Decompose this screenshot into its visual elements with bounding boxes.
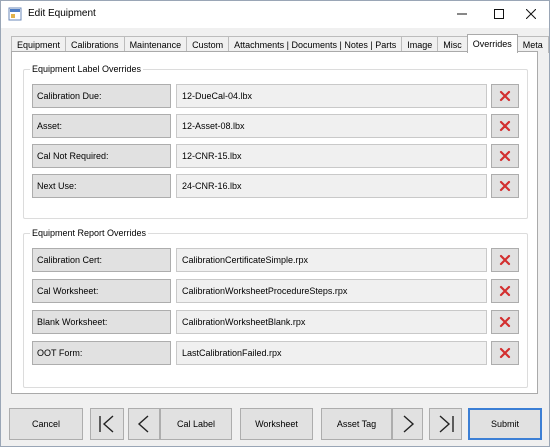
oot-form-field[interactable]: LastCalibrationFailed.rpx <box>176 341 487 365</box>
cancel-button[interactable]: Cancel <box>9 408 83 440</box>
report-overrides-group: Equipment Report Overrides Calibration C… <box>23 228 528 388</box>
window-title: Edit Equipment <box>28 8 96 19</box>
report-overrides-title: Equipment Report Overrides <box>30 228 149 238</box>
delete-button[interactable] <box>491 144 519 168</box>
tab-strip: Equipment Calibrations Maintenance Custo… <box>11 34 549 53</box>
delete-x-icon <box>499 180 511 192</box>
report-override-row: Calibration Cert: CalibrationCertificate… <box>32 248 522 272</box>
delete-button[interactable] <box>491 310 519 334</box>
blank-worksheet-button[interactable]: Blank Worksheet: <box>32 310 171 334</box>
calibration-due-field[interactable]: 12-DueCal-04.lbx <box>176 84 487 108</box>
edit-equipment-window: Edit Equipment Equipment Calibrations Ma… <box>0 0 550 447</box>
next-use-field[interactable]: 24-CNR-16.lbx <box>176 174 487 198</box>
last-record-button[interactable] <box>429 408 462 440</box>
next-record-icon <box>403 415 414 433</box>
label-overrides-group: Equipment Label Overrides Calibration Du… <box>23 64 528 219</box>
calibration-cert-field[interactable]: CalibrationCertificateSimple.rpx <box>176 248 487 272</box>
overrides-panel: Equipment Label Overrides Calibration Du… <box>11 51 538 394</box>
calibration-due-button[interactable]: Calibration Due: <box>32 84 171 108</box>
delete-button[interactable] <box>491 174 519 198</box>
delete-x-icon <box>499 150 511 162</box>
report-override-row: Cal Worksheet: CalibrationWorksheetProce… <box>32 279 522 303</box>
asset-button[interactable]: Asset: <box>32 114 171 138</box>
cal-worksheet-button[interactable]: Cal Worksheet: <box>32 279 171 303</box>
cal-label-button[interactable]: Cal Label <box>160 408 232 440</box>
asset-tag-button[interactable]: Asset Tag <box>321 408 392 440</box>
maximize-icon <box>494 9 504 19</box>
delete-button[interactable] <box>491 248 519 272</box>
worksheet-button[interactable]: Worksheet <box>240 408 313 440</box>
next-record-button[interactable] <box>392 408 423 440</box>
close-icon <box>526 9 536 19</box>
minimize-icon <box>457 13 467 15</box>
label-override-row: Calibration Due: 12-DueCal-04.lbx <box>32 84 522 108</box>
oot-form-button[interactable]: OOT Form: <box>32 341 171 365</box>
next-use-button[interactable]: Next Use: <box>32 174 171 198</box>
cal-not-required-field[interactable]: 12-CNR-15.lbx <box>176 144 487 168</box>
last-record-icon <box>439 415 454 433</box>
blank-worksheet-field[interactable]: CalibrationWorksheetBlank.rpx <box>176 310 487 334</box>
previous-record-icon <box>137 415 149 433</box>
calibration-cert-button[interactable]: Calibration Cert: <box>32 248 171 272</box>
label-overrides-title: Equipment Label Overrides <box>30 64 144 74</box>
report-override-row: Blank Worksheet: CalibrationWorksheetBla… <box>32 310 522 334</box>
delete-button[interactable] <box>491 279 519 303</box>
minimize-button[interactable] <box>444 1 480 27</box>
delete-button[interactable] <box>491 341 519 365</box>
title-bar: Edit Equipment <box>1 1 549 28</box>
tab-overrides[interactable]: Overrides <box>466 34 518 53</box>
maximize-button[interactable] <box>481 1 517 27</box>
label-override-row: Next Use: 24-CNR-16.lbx <box>32 174 522 198</box>
delete-x-icon <box>499 254 511 266</box>
submit-button[interactable]: Submit <box>468 408 542 440</box>
asset-field[interactable]: 12-Asset-08.lbx <box>176 114 487 138</box>
close-button[interactable] <box>513 1 549 27</box>
delete-x-icon <box>499 120 511 132</box>
cal-worksheet-field[interactable]: CalibrationWorksheetProcedureSteps.rpx <box>176 279 487 303</box>
label-override-row: Asset: 12-Asset-08.lbx <box>32 114 522 138</box>
first-record-icon <box>99 415 114 433</box>
delete-x-icon <box>499 285 511 297</box>
app-icon <box>8 7 22 21</box>
delete-button[interactable] <box>491 84 519 108</box>
cal-not-required-button[interactable]: Cal Not Required: <box>32 144 171 168</box>
delete-x-icon <box>499 90 511 102</box>
first-record-button[interactable] <box>90 408 124 440</box>
delete-x-icon <box>499 347 511 359</box>
previous-record-button[interactable] <box>128 408 160 440</box>
report-override-row: OOT Form: LastCalibrationFailed.rpx <box>32 341 522 365</box>
delete-x-icon <box>499 316 511 328</box>
delete-button[interactable] <box>491 114 519 138</box>
label-override-row: Cal Not Required: 12-CNR-15.lbx <box>32 144 522 168</box>
